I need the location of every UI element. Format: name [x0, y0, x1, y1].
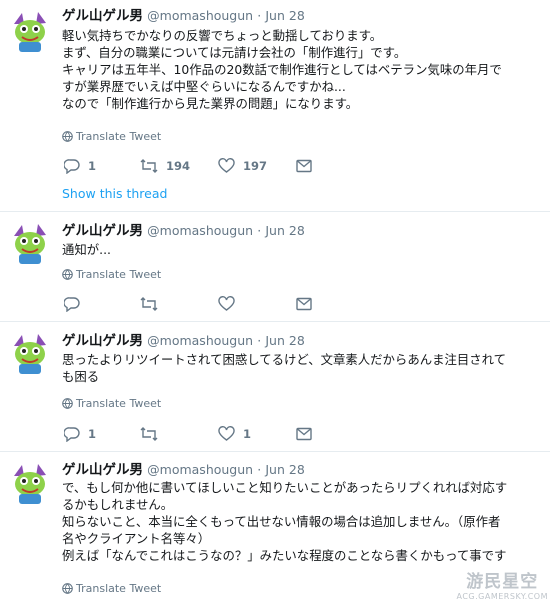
tweet-line: なので「制作進行から見た業界の問題」になります。 — [62, 96, 359, 111]
reply-button[interactable]: 1 — [64, 424, 96, 444]
translate-label: Translate Tweet — [76, 582, 162, 595]
retweet-button[interactable] — [140, 424, 166, 444]
reply-button[interactable]: 1 — [64, 156, 96, 176]
tweet-text: 通知が... — [62, 241, 546, 258]
display-name[interactable]: ゲル山ゲル男 — [62, 462, 143, 478]
tweet-line: も困る — [62, 369, 100, 384]
handle[interactable]: @momashougun — [147, 333, 253, 348]
translate-tweet-link[interactable]: Translate Tweet — [62, 582, 161, 595]
tweet-line: 名やクライアント名等々） — [62, 531, 211, 546]
message-icon — [296, 297, 312, 311]
tweet-actions — [62, 294, 362, 314]
reply-icon — [64, 159, 80, 174]
avatar[interactable] — [8, 222, 52, 266]
tweet-line: すが業界歴でいえば中堅ぐらいになるんですかね... — [62, 79, 346, 94]
retweet-icon — [140, 297, 158, 311]
tweet-text: 思ったよりリツイートされて困惑してるけど、文章素人だからあんま注目されて も困る — [62, 351, 546, 385]
avatar[interactable] — [8, 462, 52, 506]
handle[interactable]: @momashougun — [147, 8, 253, 23]
globe-icon — [62, 398, 73, 409]
separator-dot: · — [257, 462, 262, 477]
tweet-line: 通知が... — [62, 242, 111, 257]
like-button[interactable]: 1 — [218, 424, 251, 444]
tweet-text: 軽い気持ちでかなりの反響でちょっと動揺しております。 まず、自分の職業については… — [62, 27, 546, 112]
reply-count: 1 — [88, 159, 97, 173]
tweet-line: 軽い気持ちでかなりの反響でちょっと動揺しております。 — [62, 28, 383, 43]
separator-dot: · — [257, 223, 262, 238]
tweet[interactable]: ゲル山ゲル男 @momashougun · Jun 28 通知が... Tran… — [0, 212, 550, 322]
tweet-header: ゲル山ゲル男 @momashougun · Jun 28 — [62, 8, 305, 25]
translate-label: Translate Tweet — [76, 130, 162, 143]
tweet-date[interactable]: Jun 28 — [265, 462, 304, 477]
tweet-line: 例えば「なんでこれはこうなの？」みたいな程度のことなら書くかもって事です — [62, 548, 507, 563]
display-name[interactable]: ゲル山ゲル男 — [62, 223, 143, 239]
tweet-line: 思ったよりリツイートされて困惑してるけど、文章素人だからあんま注目されて — [62, 352, 507, 367]
like-count: 197 — [243, 159, 268, 173]
tweet-date[interactable]: Jun 28 — [265, 223, 304, 238]
like-count: 1 — [243, 427, 252, 441]
separator-dot: · — [257, 333, 262, 348]
tweet-header: ゲル山ゲル男 @momashougun · Jun 28 — [62, 462, 305, 479]
tweet-actions: 1 194 197 — [62, 156, 362, 176]
message-icon — [296, 159, 312, 173]
tweet-header: ゲル山ゲル男 @momashougun · Jun 28 — [62, 333, 305, 350]
retweet-button[interactable] — [140, 294, 166, 314]
avatar[interactable] — [8, 332, 52, 376]
handle[interactable]: @momashougun — [147, 223, 253, 238]
handle[interactable]: @momashougun — [147, 462, 253, 477]
reply-button[interactable] — [64, 294, 88, 314]
tweet-line: るかもしれません。 — [62, 497, 174, 512]
retweet-icon — [140, 159, 158, 173]
translate-tweet-link[interactable]: Translate Tweet — [62, 268, 161, 281]
translate-tweet-link[interactable]: Translate Tweet — [62, 397, 161, 410]
translate-label: Translate Tweet — [76, 397, 162, 410]
tweet-header: ゲル山ゲル男 @momashougun · Jun 28 — [62, 223, 305, 240]
tweet-line: キャリアは五年半、10作品の20数話で制作進行としてはベテラン気味の年月で — [62, 62, 502, 77]
retweet-button[interactable]: 194 — [140, 156, 190, 176]
tweet[interactable]: ゲル山ゲル男 @momashougun · Jun 28 思ったよりリツイートさ… — [0, 322, 550, 452]
globe-icon — [62, 583, 73, 594]
retweet-icon — [140, 427, 158, 441]
tweet-line: 知らないこと、本当に全くもって出せない情報の場合は追加しません。（原作者 — [62, 514, 501, 529]
avatar[interactable] — [8, 10, 52, 54]
tweet[interactable]: ゲル山ゲル男 @momashougun · Jun 28 軽い気持ちでかなりの反… — [0, 0, 550, 212]
like-icon — [218, 426, 235, 441]
tweet-date[interactable]: Jun 28 — [265, 8, 304, 23]
reply-icon — [64, 427, 80, 442]
tweet-line: で、もし何か他に書いてほしいこと知りたいことがあったらリプくれれば対応す — [62, 480, 508, 495]
display-name[interactable]: ゲル山ゲル男 — [62, 8, 143, 24]
direct-message-button[interactable] — [296, 424, 312, 444]
watermark-logo-text: 游民星空 — [466, 572, 539, 592]
watermark-url: ACG.GAMERSKY.COM — [456, 592, 548, 601]
message-icon — [296, 427, 312, 441]
reply-icon — [64, 297, 80, 312]
separator-dot: · — [257, 8, 262, 23]
show-thread-link[interactable]: Show this thread — [62, 186, 167, 201]
translate-label: Translate Tweet — [76, 268, 162, 281]
retweet-count: 194 — [166, 159, 191, 173]
watermark: 游民星空 ACG.GAMERSKY.COM — [457, 567, 548, 601]
like-icon — [218, 158, 235, 173]
tweet-text: で、もし何か他に書いてほしいこと知りたいことがあったらリプくれれば対応す るかも… — [62, 479, 546, 564]
direct-message-button[interactable] — [296, 294, 312, 314]
globe-icon — [62, 269, 73, 280]
like-icon — [218, 296, 235, 311]
tweet-date[interactable]: Jun 28 — [265, 333, 304, 348]
display-name[interactable]: ゲル山ゲル男 — [62, 333, 143, 349]
direct-message-button[interactable] — [296, 156, 312, 176]
like-button[interactable]: 197 — [218, 156, 267, 176]
like-button[interactable] — [218, 294, 243, 314]
tweet-line: まず、自分の職業については元請け会社の「制作進行」です。 — [62, 45, 407, 60]
reply-count: 1 — [88, 427, 97, 441]
globe-icon — [62, 131, 73, 142]
translate-tweet-link[interactable]: Translate Tweet — [62, 130, 161, 143]
tweet-actions: 1 1 — [62, 424, 362, 444]
